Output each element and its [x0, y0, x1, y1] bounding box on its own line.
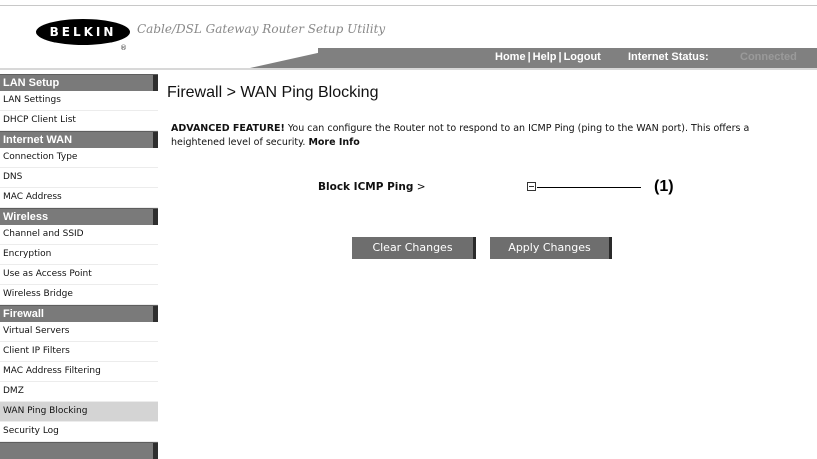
sidebar-section-internet-wan: Internet WAN	[0, 131, 158, 148]
home-link[interactable]: Home	[495, 51, 526, 63]
header-links: Home | Help | Logout	[495, 51, 601, 63]
page-title: Firewall > WAN Ping Blocking	[167, 84, 379, 101]
callout-line	[537, 187, 641, 188]
sidebar-item-access-point[interactable]: Use as Access Point	[0, 265, 158, 285]
sidebar-item-client-ip-filters[interactable]: Client IP Filters	[0, 342, 158, 362]
sidebar-item-channel-ssid[interactable]: Channel and SSID	[0, 225, 158, 245]
callout-label: (1)	[654, 178, 674, 195]
sidebar-section-lan-setup: LAN Setup	[0, 74, 158, 91]
sidebar-item-connection-type[interactable]: Connection Type	[0, 148, 158, 168]
sidebar-item-dmz[interactable]: DMZ	[0, 382, 158, 402]
app-title: Cable/DSL Gateway Router Setup Utility	[137, 22, 386, 36]
more-info-link[interactable]: More Info	[308, 137, 359, 148]
field-label-text: Block ICMP Ping	[318, 181, 414, 193]
link-separator: |	[558, 51, 562, 63]
help-link[interactable]: Help	[533, 51, 557, 63]
sidebar-item-virtual-servers[interactable]: Virtual Servers	[0, 322, 158, 342]
sidebar-section-wireless: Wireless	[0, 208, 158, 225]
link-separator: |	[527, 51, 531, 63]
block-icmp-ping-checkbox[interactable]	[527, 182, 536, 191]
block-icmp-ping-label: Block ICMP Ping >	[318, 181, 426, 193]
top-rule	[0, 5, 817, 6]
internet-status-value: Connected	[740, 51, 797, 63]
internet-status-label: Internet Status:	[628, 51, 709, 63]
sidebar-item-wireless-bridge[interactable]: Wireless Bridge	[0, 285, 158, 305]
field-label-suffix: >	[413, 181, 426, 193]
sidebar-item-wan-ping-blocking[interactable]: WAN Ping Blocking	[0, 402, 158, 422]
sidebar-item-mac-address[interactable]: MAC Address	[0, 188, 158, 208]
feature-description: ADVANCED FEATURE! You can configure the …	[171, 122, 771, 150]
clear-changes-button[interactable]: Clear Changes	[352, 237, 476, 259]
sidebar-item-mac-address-filtering[interactable]: MAC Address Filtering	[0, 362, 158, 382]
header-shadow	[0, 68, 817, 70]
sidebar-item-encryption[interactable]: Encryption	[0, 245, 158, 265]
advanced-feature-label: ADVANCED FEATURE!	[171, 123, 285, 134]
sidebar-item-dhcp-client-list[interactable]: DHCP Client List	[0, 111, 158, 131]
registered-mark: ®	[120, 44, 127, 52]
sidebar: LAN Setup LAN Settings DHCP Client List …	[0, 74, 158, 459]
logout-link[interactable]: Logout	[564, 51, 601, 63]
apply-changes-button[interactable]: Apply Changes	[490, 237, 612, 259]
sidebar-item-security-log[interactable]: Security Log	[0, 422, 158, 442]
belkin-logo: BELKIN	[36, 19, 130, 45]
sidebar-section-firewall: Firewall	[0, 305, 158, 322]
sidebar-item-lan-settings[interactable]: LAN Settings	[0, 91, 158, 111]
sidebar-item-dns[interactable]: DNS	[0, 168, 158, 188]
